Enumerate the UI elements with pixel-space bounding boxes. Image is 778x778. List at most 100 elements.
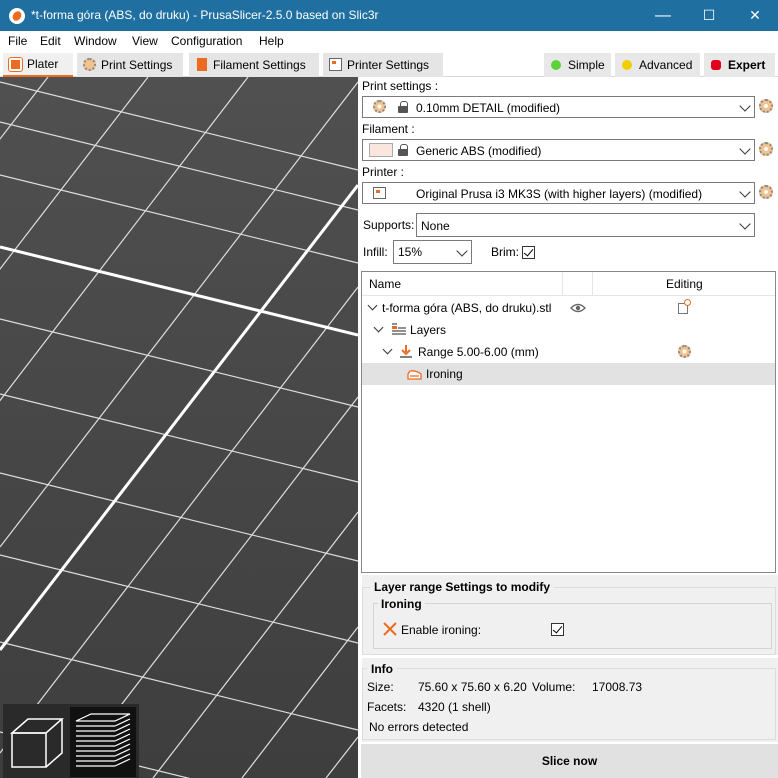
range-label: Range 5.00-6.00 (mm)	[418, 345, 539, 359]
edit-filament-preset-gear-icon[interactable]	[759, 142, 773, 156]
chevron-down-icon[interactable]	[373, 322, 384, 333]
printer-icon	[329, 58, 342, 71]
print-settings-value: 0.10mm DETAIL (modified)	[416, 101, 561, 115]
remove-setting-icon[interactable]	[383, 622, 397, 636]
slice-now-button[interactable]: Slice now	[361, 744, 778, 778]
menu-window[interactable]: Window	[74, 34, 117, 48]
mode-simple-button[interactable]: Simple	[544, 53, 611, 77]
info-title: Info	[367, 662, 397, 676]
size-value: 75.60 x 75.60 x 6.20	[418, 680, 527, 694]
tab-bar: Plater Print Settings Filament Settings …	[0, 51, 778, 77]
layer-settings-title: Layer range Settings to modify	[370, 580, 555, 594]
menu-view[interactable]: View	[132, 34, 158, 48]
menu-help[interactable]: Help	[259, 34, 284, 48]
ironing-group-title: Ironing	[378, 597, 425, 611]
tree-row-layers[interactable]: Layers	[362, 319, 775, 341]
filament-combo[interactable]: Generic ABS (modified)	[362, 139, 755, 161]
brim-checkbox[interactable]	[522, 246, 535, 259]
minimize-button[interactable]: —	[640, 0, 686, 31]
3d-view-icon[interactable]	[8, 711, 68, 773]
ironing-icon	[407, 370, 422, 380]
object-list-header: Name Editing	[362, 272, 775, 296]
tab-plater[interactable]: Plater	[3, 53, 73, 77]
menu-edit[interactable]: Edit	[40, 34, 61, 48]
window-title: *t-forma góra (ABS, do druku) - PrusaSli…	[31, 8, 379, 22]
edit-object-icon[interactable]	[678, 299, 691, 314]
facets-value: 4320 (1 shell)	[418, 700, 491, 714]
edit-printer-preset-gear-icon[interactable]	[759, 185, 773, 199]
printer-combo[interactable]: Original Prusa i3 MK3S (with higher laye…	[362, 182, 755, 204]
tree-row-object[interactable]: t-forma góra (ABS, do druku).stl	[362, 297, 775, 319]
mode-advanced-button[interactable]: Advanced	[615, 53, 700, 77]
3d-viewport[interactable]	[0, 77, 358, 778]
close-button[interactable]: ✕	[732, 0, 778, 31]
supports-label: Supports:	[363, 218, 415, 232]
column-editing-header[interactable]: Editing	[666, 277, 703, 291]
print-settings-icon	[83, 58, 96, 71]
range-settings-gear-icon[interactable]	[678, 345, 691, 358]
volume-label: Volume:	[532, 680, 576, 694]
tree-row-ironing[interactable]: Ironing	[362, 363, 775, 385]
eye-icon[interactable]	[570, 303, 586, 313]
errors-status: No errors detected	[369, 720, 469, 734]
chevron-down-icon	[739, 218, 751, 230]
tab-filament-settings[interactable]: Filament Settings	[189, 53, 319, 77]
printer-preset-icon	[373, 187, 386, 199]
column-name-header[interactable]: Name	[369, 277, 401, 291]
print-settings-combo[interactable]: 0.10mm DETAIL (modified)	[362, 96, 755, 118]
chevron-down-icon	[739, 143, 751, 155]
bed-grid	[0, 77, 358, 778]
brim-label: Brim:	[491, 245, 519, 259]
lock-icon	[398, 144, 408, 156]
edit-print-preset-gear-icon[interactable]	[759, 99, 773, 113]
chevron-down-icon	[739, 186, 751, 198]
advanced-mode-dot-icon	[622, 60, 632, 70]
filament-color-swatch	[369, 143, 393, 157]
print-settings-preset-icon	[373, 100, 386, 113]
enable-ironing-checkbox[interactable]	[551, 623, 564, 636]
mode-expert-label: Expert	[728, 58, 766, 72]
tab-printer-settings[interactable]: Printer Settings	[323, 53, 443, 77]
supports-combo[interactable]: None	[416, 213, 755, 237]
size-label: Size:	[367, 680, 394, 694]
infill-value: 15%	[398, 245, 423, 259]
tree-row-range[interactable]: Range 5.00-6.00 (mm)	[362, 341, 775, 363]
prusaslicer-logo-icon	[9, 8, 25, 24]
tab-print-settings[interactable]: Print Settings	[77, 53, 183, 77]
object-list: Name Editing t-forma góra (ABS, do druku…	[361, 271, 776, 573]
filament-value: Generic ABS (modified)	[416, 144, 542, 158]
chevron-down-icon[interactable]	[382, 344, 393, 355]
infill-combo[interactable]: 15%	[393, 240, 472, 264]
preview-layers-icon[interactable]	[73, 711, 133, 773]
simple-mode-dot-icon	[551, 60, 561, 70]
layers-label: Layers	[410, 323, 447, 337]
volume-value: 17008.73	[592, 680, 643, 694]
tab-plater-label: Plater	[27, 57, 59, 71]
expert-mode-dot-icon	[711, 60, 721, 70]
infill-label: Infill:	[363, 245, 388, 259]
enable-ironing-label: Enable ironing:	[401, 623, 482, 637]
tab-print-settings-label: Print Settings	[101, 58, 173, 72]
chevron-down-icon	[456, 245, 468, 257]
maximize-button[interactable]: ☐	[686, 0, 732, 31]
object-name: t-forma góra (ABS, do druku).stl	[382, 301, 552, 315]
menu-file[interactable]: File	[8, 34, 27, 48]
filament-icon	[197, 58, 207, 71]
mode-simple-label: Simple	[568, 58, 605, 72]
chevron-down-icon	[739, 100, 751, 112]
layers-icon	[392, 323, 406, 335]
menu-bar: File Edit Window View Configuration Help	[0, 31, 778, 51]
chevron-down-icon[interactable]	[367, 300, 378, 311]
plater-icon	[8, 57, 23, 72]
supports-value: None	[421, 219, 450, 233]
mode-advanced-label: Advanced	[639, 58, 693, 72]
column-divider	[562, 272, 563, 296]
printer-label: Printer :	[362, 165, 405, 179]
lock-icon	[398, 101, 408, 113]
column-divider	[592, 272, 593, 296]
title-bar: *t-forma góra (ABS, do druku) - PrusaSli…	[0, 0, 778, 31]
facets-label: Facets:	[367, 700, 407, 714]
mode-expert-button[interactable]: Expert	[704, 53, 775, 77]
layer-range-icon	[400, 345, 412, 358]
menu-configuration[interactable]: Configuration	[171, 34, 242, 48]
